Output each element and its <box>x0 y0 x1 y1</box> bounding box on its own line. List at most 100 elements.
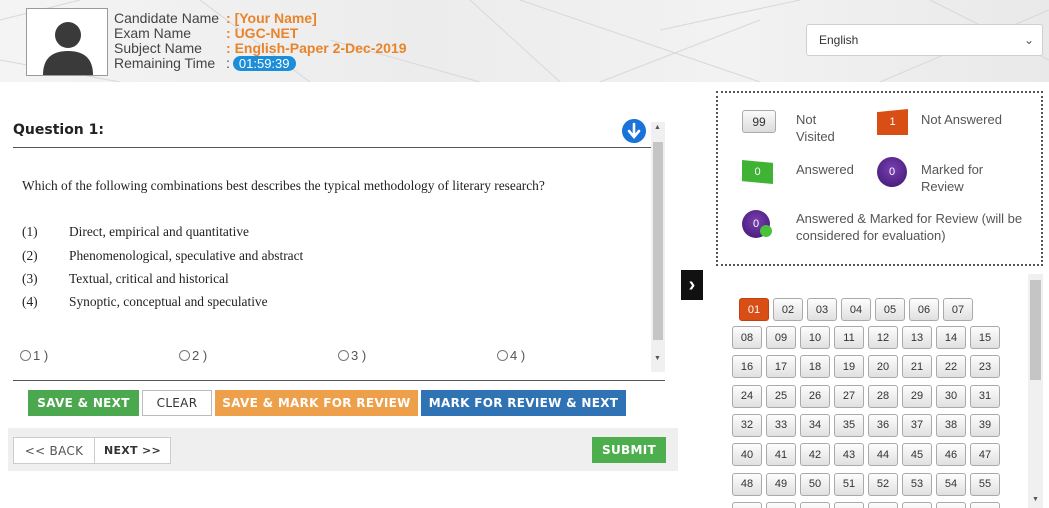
question-number-button[interactable]: 49 <box>766 472 796 496</box>
question-number-button[interactable]: 25 <box>766 384 796 408</box>
answer-radio-2[interactable]: 2 ) <box>179 348 207 363</box>
question-number-button[interactable]: 02 <box>773 298 803 321</box>
question-number-button[interactable]: 41 <box>766 443 796 467</box>
language-selected: English <box>819 33 859 47</box>
back-button[interactable]: << BACK <box>13 437 95 464</box>
save-next-button[interactable]: SAVE & NEXT <box>28 390 139 416</box>
question-number-button[interactable]: 56 <box>732 501 762 508</box>
language-select[interactable]: English ⌄ <box>806 24 1043 56</box>
palette-scrollbar[interactable]: ▼ <box>1028 274 1043 508</box>
question-number-button[interactable]: 32 <box>732 413 762 437</box>
question-scrollbar[interactable]: ▲ ▼ <box>651 122 665 372</box>
question-number-button[interactable]: 20 <box>868 355 898 379</box>
question-number-button[interactable]: 54 <box>936 472 966 496</box>
question-number-button[interactable]: 30 <box>936 384 966 408</box>
question-number-button[interactable]: 34 <box>800 413 830 437</box>
scroll-down-arrow-icon[interactable]: ▼ <box>1032 496 1039 503</box>
question-number-button[interactable]: 59 <box>834 501 864 508</box>
scroll-down-icon[interactable] <box>621 118 647 144</box>
question-number-button[interactable]: 43 <box>834 443 864 467</box>
question-number-button[interactable]: 38 <box>936 413 966 437</box>
question-title: Question 1: <box>13 122 104 138</box>
question-number-button[interactable]: 12 <box>868 326 898 349</box>
question-number-button[interactable]: 10 <box>800 326 830 349</box>
question-number-button[interactable]: 42 <box>800 443 830 467</box>
save-mark-review-button[interactable]: SAVE & MARK FOR REVIEW <box>215 390 418 416</box>
question-palette: 01 02 03 04 05 06 07 08 09 10 11 12 13 14 15 16 17 18 19 20… <box>727 290 1027 508</box>
question-number-button[interactable]: 61 <box>902 501 932 508</box>
question-number-button[interactable]: 16 <box>732 355 762 379</box>
marked-review-label: Marked for Review <box>921 162 984 194</box>
question-number-button[interactable]: 27 <box>834 384 864 408</box>
subject-name-value: English-Paper 2-Dec-2019 <box>234 40 407 56</box>
question-number-button[interactable]: 37 <box>902 413 932 437</box>
answer-radio-1[interactable]: 1 ) <box>20 348 48 363</box>
scroll-up-arrow-icon[interactable]: ▲ <box>654 124 661 131</box>
answered-marked-circle-icon: 0 <box>742 210 772 238</box>
option-4: (4) Synoptic, conceptual and speculative <box>22 294 268 309</box>
question-number-button[interactable]: 07 <box>943 298 973 321</box>
candidate-name-label: Candidate Name <box>114 10 220 26</box>
not-visited-badge: 99 <box>742 110 776 133</box>
question-number-button[interactable]: 48 <box>732 472 762 496</box>
user-silhouette-icon <box>43 22 93 75</box>
question-number-button[interactable]: 50 <box>800 472 830 496</box>
question-number-button[interactable]: 03 <box>807 298 837 321</box>
question-number-button[interactable]: 40 <box>732 443 762 467</box>
answer-radio-3[interactable]: 3 ) <box>338 348 366 363</box>
question-number-button[interactable]: 62 <box>936 501 966 508</box>
question-number-button[interactable]: 26 <box>800 384 830 408</box>
question-number-button[interactable]: 53 <box>902 472 932 496</box>
question-number-button[interactable]: 05 <box>875 298 905 321</box>
question-number-button[interactable]: 57 <box>766 501 796 508</box>
question-number-button[interactable]: 06 <box>909 298 939 321</box>
question-number-button[interactable]: 04 <box>841 298 871 321</box>
question-number-button[interactable]: 36 <box>868 413 898 437</box>
answer-radio-4[interactable]: 4 ) <box>497 348 525 363</box>
question-number-button[interactable]: 31 <box>970 384 1000 408</box>
question-number-button[interactable]: 11 <box>834 326 864 349</box>
chevron-down-icon: ⌄ <box>1023 33 1034 47</box>
question-number-button[interactable]: 13 <box>902 326 932 349</box>
mark-review-next-button[interactable]: MARK FOR REVIEW & NEXT <box>421 390 626 416</box>
panel-toggle-chevron-icon[interactable]: › <box>681 270 703 300</box>
question-number-button[interactable]: 51 <box>834 472 864 496</box>
question-number-button[interactable]: 22 <box>936 355 966 379</box>
candidate-info: Candidate Name : [Your Name] Exam Name :… <box>114 10 407 71</box>
question-number-button[interactable]: 09 <box>766 326 796 349</box>
question-number-button[interactable]: 29 <box>902 384 932 408</box>
question-number-button[interactable]: 52 <box>868 472 898 496</box>
question-number-button[interactable]: 60 <box>868 501 898 508</box>
scrollbar-thumb[interactable] <box>653 142 663 340</box>
question-number-button[interactable]: 39 <box>970 413 1000 437</box>
question-number-button[interactable]: 58 <box>800 501 830 508</box>
question-number-button[interactable]: 63 <box>970 501 1000 508</box>
question-number-button[interactable]: 35 <box>834 413 864 437</box>
question-number-button[interactable]: 17 <box>766 355 796 379</box>
submit-button[interactable]: SUBMIT <box>592 437 666 463</box>
scroll-down-arrow-icon[interactable]: ▼ <box>654 355 661 362</box>
question-number-button[interactable]: 45 <box>902 443 932 467</box>
question-number-button[interactable]: 46 <box>936 443 966 467</box>
question-number-button[interactable]: 44 <box>868 443 898 467</box>
question-number-button[interactable]: 14 <box>936 326 966 349</box>
question-number-button[interactable]: 01 <box>739 298 769 321</box>
question-number-button[interactable]: 21 <box>902 355 932 379</box>
question-number-button[interactable]: 15 <box>970 326 1000 349</box>
question-number-button[interactable]: 55 <box>970 472 1000 496</box>
question-number-button[interactable]: 33 <box>766 413 796 437</box>
scrollbar-thumb[interactable] <box>1030 280 1041 380</box>
exam-name-value: UGC-NET <box>234 25 299 41</box>
divider <box>13 380 665 381</box>
question-number-button[interactable]: 28 <box>868 384 898 408</box>
question-header: Question 1: <box>13 118 665 148</box>
question-number-button[interactable]: 23 <box>970 355 1000 379</box>
question-number-button[interactable]: 47 <box>970 443 1000 467</box>
clear-button[interactable]: CLEAR <box>142 390 212 416</box>
question-number-button[interactable]: 08 <box>732 326 762 349</box>
marked-review-circle-icon: 0 <box>877 157 907 187</box>
question-number-button[interactable]: 24 <box>732 384 762 408</box>
question-number-button[interactable]: 19 <box>834 355 864 379</box>
question-number-button[interactable]: 18 <box>800 355 830 379</box>
next-button[interactable]: NEXT >> <box>94 437 171 464</box>
